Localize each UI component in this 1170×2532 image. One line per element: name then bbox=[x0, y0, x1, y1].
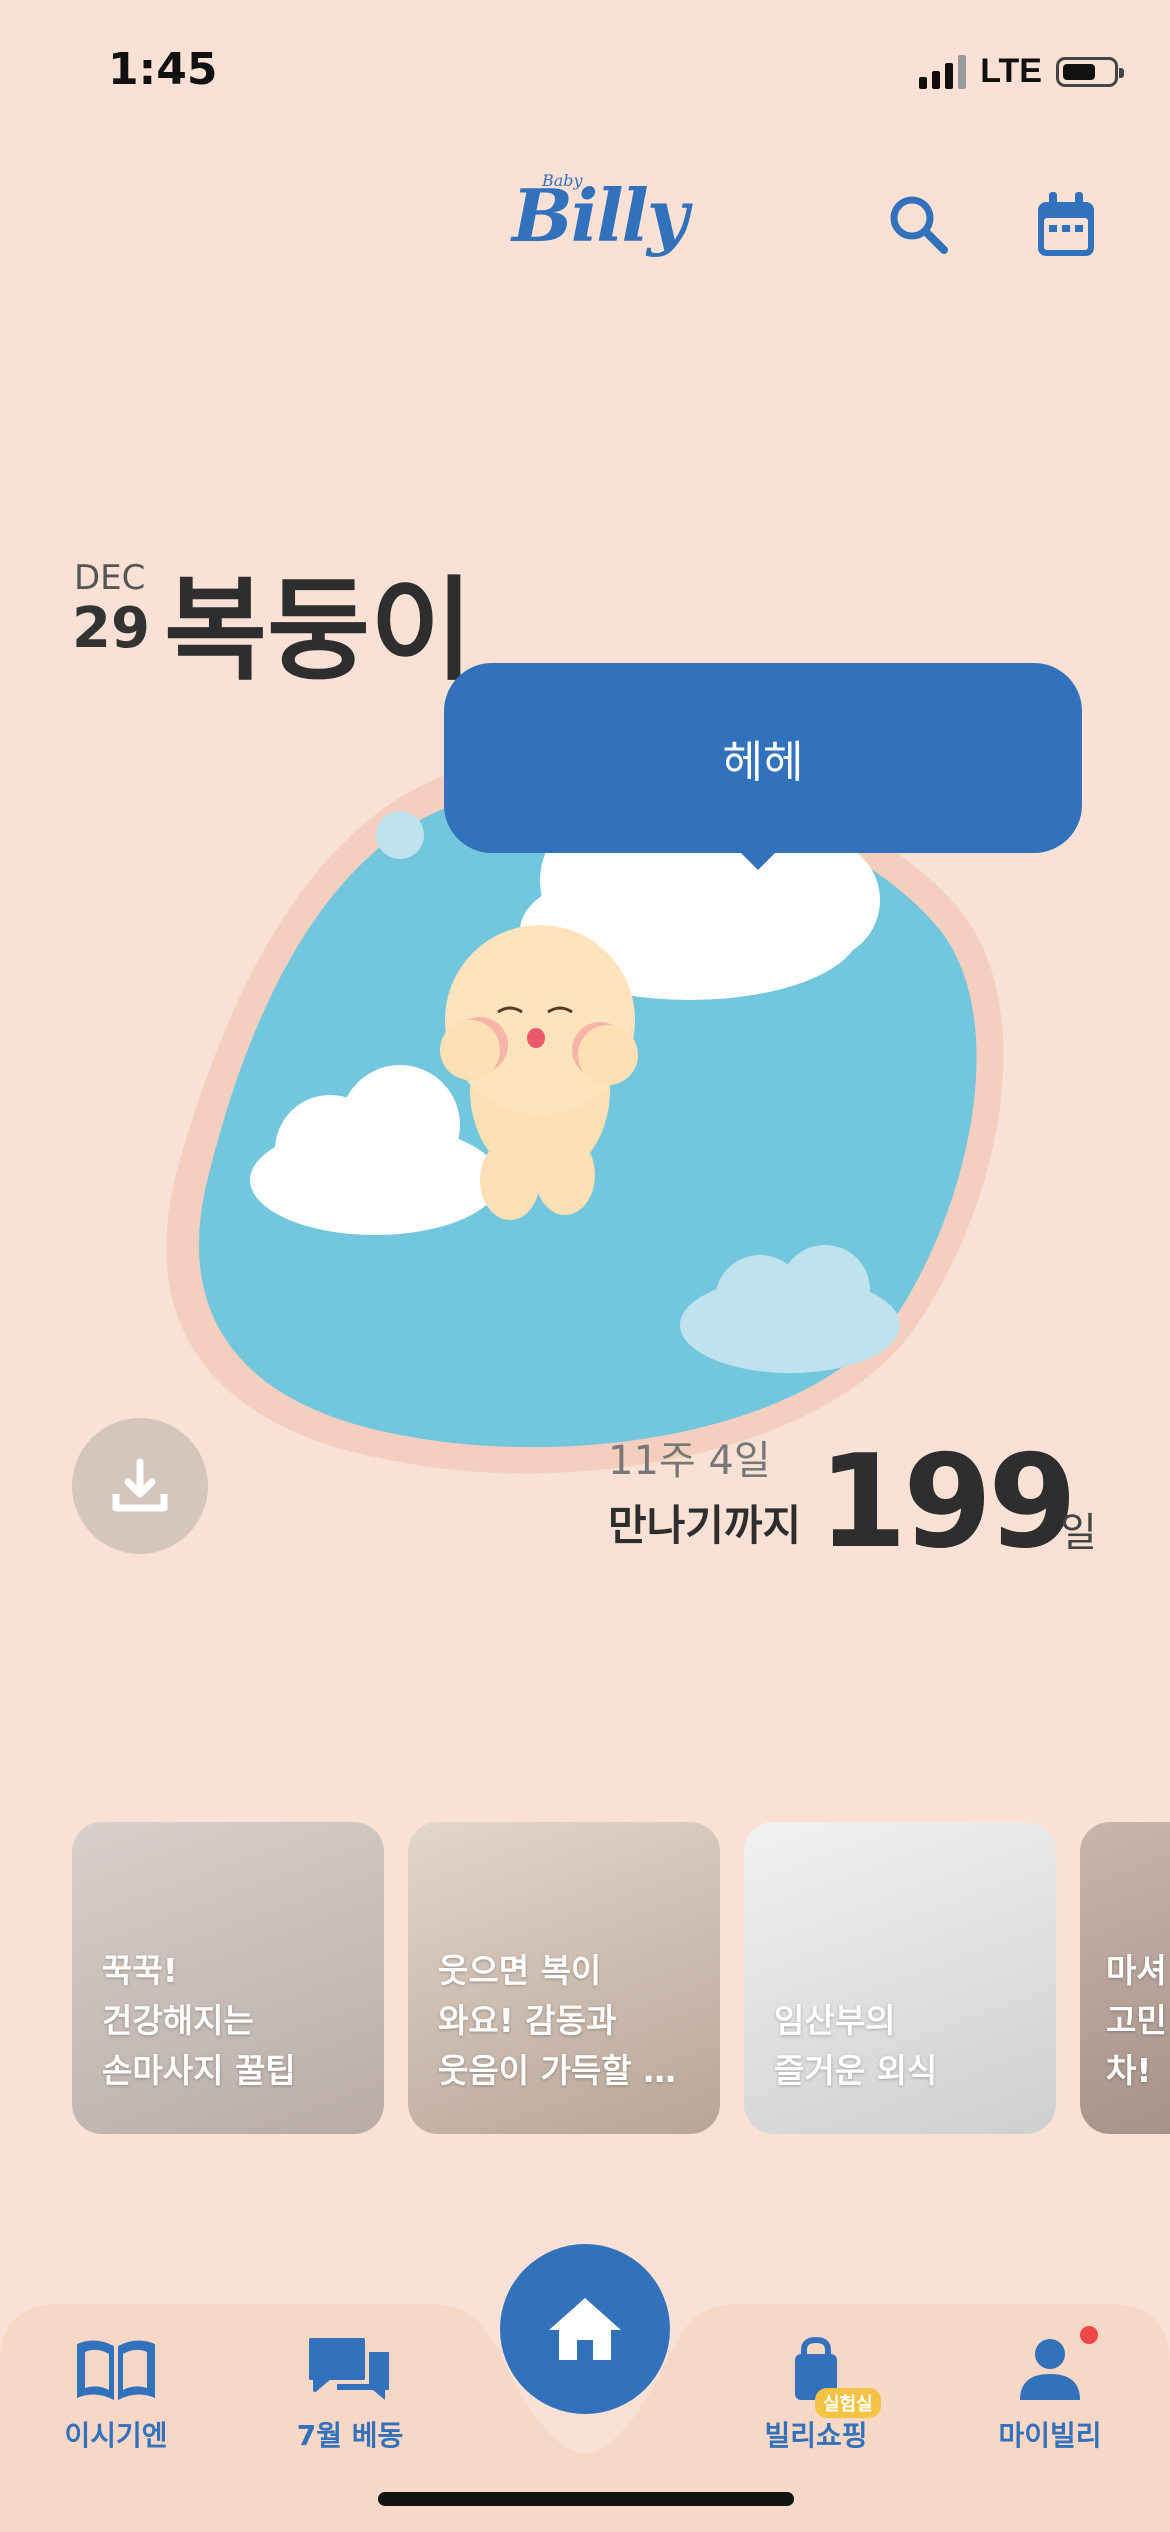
due-month: DEC bbox=[74, 558, 146, 598]
tab-label: 이시기엔 bbox=[64, 2419, 168, 2452]
article-carousel[interactable]: 꾹꾹! 건강해지는 손마사지 꿀팁 웃으면 복이 와요! 감동과 웃음이 가득할… bbox=[72, 1822, 1170, 2134]
calendar-button[interactable] bbox=[1034, 192, 1098, 260]
lab-badge: 실험실 bbox=[815, 2388, 881, 2418]
due-day: 29 bbox=[72, 596, 150, 661]
battery-icon bbox=[1056, 56, 1124, 87]
until-meeting-label: 만나기까지 bbox=[608, 1501, 802, 1550]
tab-community[interactable]: 7월 베동 bbox=[250, 2336, 450, 2454]
article-card-title: 임산부의 즐거운 외식 bbox=[774, 2001, 938, 2090]
baby-name: 복둥이 bbox=[164, 566, 474, 696]
article-card-title: 웃으면 복이 와요! 감동과 웃음이 가득할 … bbox=[438, 1951, 677, 2090]
download-icon bbox=[112, 1458, 168, 1512]
status-time: 1:45 bbox=[108, 44, 218, 95]
speech-bubble-tail bbox=[738, 850, 778, 870]
logo-text: Billy bbox=[512, 173, 689, 258]
cloud-small bbox=[376, 811, 424, 859]
speech-bubble: 헤헤 bbox=[444, 663, 1082, 853]
days-remaining: 199 bbox=[818, 1428, 1077, 1577]
notification-dot bbox=[1080, 2326, 1098, 2344]
book-icon bbox=[77, 2340, 155, 2400]
tab-this-period[interactable]: 이시기엔 bbox=[16, 2336, 216, 2454]
tab-label: 빌리쇼핑 bbox=[764, 2419, 868, 2452]
calendar-icon bbox=[1038, 192, 1094, 256]
article-card-title: 마셔 고민 차! bbox=[1106, 1951, 1167, 2090]
article-card[interactable]: 마셔 고민 차! bbox=[1080, 1822, 1170, 2134]
tab-label: 마이빌리 bbox=[998, 2419, 1102, 2452]
search-icon bbox=[890, 196, 948, 254]
home-button[interactable] bbox=[500, 2244, 670, 2414]
chat-icon bbox=[309, 2338, 389, 2400]
network-label: LTE bbox=[980, 52, 1042, 90]
download-button[interactable] bbox=[72, 1418, 208, 1554]
status-indicators: LTE bbox=[919, 52, 1124, 91]
search-button[interactable] bbox=[884, 190, 954, 260]
tab-label: 7월 베동 bbox=[296, 2419, 404, 2452]
person-icon bbox=[1020, 2339, 1080, 2400]
tab-my-billy[interactable]: 마이빌리 bbox=[950, 2336, 1150, 2454]
signal-icon bbox=[919, 54, 967, 89]
home-indicator bbox=[378, 2492, 794, 2506]
article-card[interactable]: 임산부의 즐거운 외식 bbox=[744, 1822, 1056, 2134]
article-card[interactable]: 웃으면 복이 와요! 감동과 웃음이 가득할 … bbox=[408, 1822, 720, 2134]
days-unit: 일 bbox=[1060, 1510, 1097, 1556]
article-card-title: 꾹꾹! 건강해지는 손마사지 꿀팁 bbox=[102, 1951, 296, 2090]
article-card[interactable]: 꾹꾹! 건강해지는 손마사지 꿀팁 bbox=[72, 1822, 384, 2134]
home-icon bbox=[549, 2298, 621, 2360]
app-logo: Baby Billy bbox=[512, 165, 689, 285]
pregnancy-week-label: 11주 4일 bbox=[608, 1438, 771, 1484]
